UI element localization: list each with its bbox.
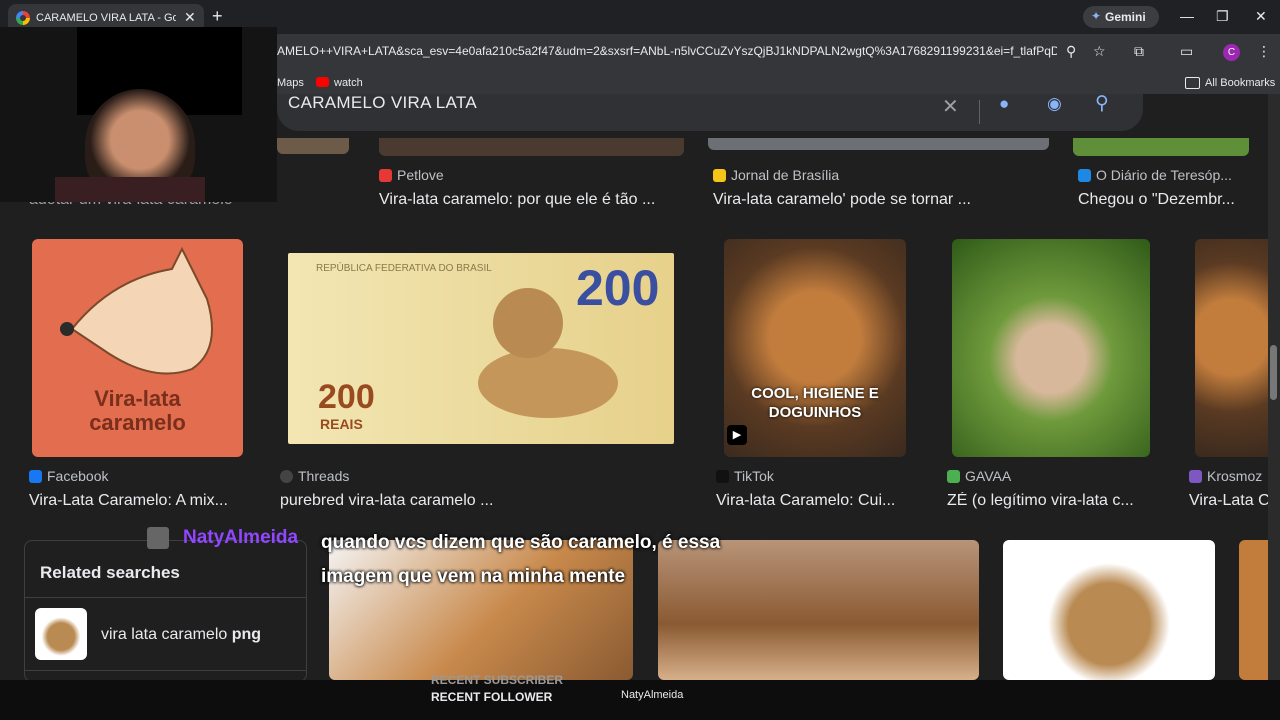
result-caption[interactable]: Vira-lata caramelo: por que ele é tão ..… bbox=[379, 191, 679, 209]
image-thumb-tiktok[interactable]: COOL, HIGIENE E DOGUINHOS ▶ bbox=[724, 239, 906, 457]
chat-badge-icon bbox=[147, 527, 169, 549]
related-thumb bbox=[35, 608, 87, 660]
streamer-shirt bbox=[55, 177, 205, 202]
image-thumb-partial[interactable] bbox=[1073, 138, 1249, 156]
divider bbox=[25, 670, 306, 671]
tiktok-icon bbox=[716, 470, 729, 483]
image-thumb[interactable] bbox=[1003, 540, 1215, 680]
image-text: REPÚBLICA FEDERATIVA DO BRASIL bbox=[316, 263, 492, 274]
diario-icon bbox=[1078, 169, 1091, 182]
chat-message: quando vcs dizem que são caramelo, é ess… bbox=[321, 532, 721, 587]
image-text: caramelo bbox=[89, 410, 186, 435]
result-caption[interactable]: Vira-Lata Caramelo: A mix... bbox=[29, 492, 249, 510]
address-bar[interactable]: AMELO++VIRA+LATA&sca_esv=4e0afa210c5a2f4… bbox=[277, 44, 1057, 62]
result-source[interactable]: Threads bbox=[280, 468, 349, 484]
cast-icon[interactable]: ▭ bbox=[1180, 43, 1193, 60]
zoom-icon[interactable]: ⚲ bbox=[1066, 43, 1076, 60]
image-thumb-facebook[interactable]: Vira-lata caramelo bbox=[32, 239, 243, 457]
gemini-icon: ✦ bbox=[1091, 9, 1102, 23]
related-search-text: vira lata caramelo png bbox=[101, 626, 262, 643]
result-caption[interactable]: Vira-lata Caramelo: Cui... bbox=[716, 492, 916, 510]
image-thumb-partial[interactable] bbox=[277, 138, 349, 154]
search-query[interactable]: CARAMELO VIRA LATA bbox=[288, 93, 477, 113]
menu-icon[interactable]: ⋮ bbox=[1257, 43, 1271, 60]
related-search-item[interactable]: vira lata caramelo png bbox=[25, 598, 306, 670]
recent-follower-label: RECENT FOLLOWER bbox=[431, 690, 553, 704]
image-thumb-partial[interactable] bbox=[379, 138, 684, 156]
search-box[interactable]: CARAMELO VIRA LATA ✕ ● ◉ ⚲ bbox=[277, 92, 1143, 131]
close-window-icon[interactable]: ✕ bbox=[1255, 8, 1267, 25]
image-text: COOL, HIGIENE E bbox=[751, 385, 879, 402]
new-tab-button[interactable]: + bbox=[212, 6, 223, 27]
result-caption[interactable]: ZÉ (o legítimo vira-lata c... bbox=[947, 492, 1157, 510]
scrollbar-thumb[interactable] bbox=[1270, 345, 1277, 400]
search-icon[interactable]: ⚲ bbox=[1095, 92, 1109, 115]
image-thumb-partial[interactable] bbox=[708, 138, 1049, 150]
related-searches-title: Related searches bbox=[40, 563, 180, 582]
voice-search-icon[interactable]: ● bbox=[999, 94, 1009, 114]
close-tab-icon[interactable]: ✕ bbox=[184, 9, 196, 26]
bookmark-watch[interactable]: watch bbox=[334, 77, 363, 89]
dog-photo-icon bbox=[478, 288, 618, 418]
gavaa-icon bbox=[947, 470, 960, 483]
image-text: REAIS bbox=[320, 416, 363, 432]
youtube-icon bbox=[316, 77, 329, 87]
minimize-icon[interactable]: — bbox=[1180, 8, 1194, 24]
gemini-label: Gemini bbox=[1105, 10, 1146, 24]
result-source[interactable]: O Diário de Teresóp... bbox=[1078, 167, 1232, 183]
result-source[interactable]: TikTok bbox=[716, 468, 774, 484]
extensions-icon[interactable]: ⧉ bbox=[1134, 43, 1144, 60]
image-thumb-threads[interactable]: REPÚBLICA FEDERATIVA DO BRASIL 200 200 R… bbox=[288, 253, 674, 444]
bookmark-maps[interactable]: Maps bbox=[277, 77, 304, 89]
google-icon bbox=[16, 11, 30, 25]
jornal-icon bbox=[713, 169, 726, 182]
result-caption[interactable]: purebred vira-lata caramelo ... bbox=[280, 492, 540, 510]
clear-icon[interactable]: ✕ bbox=[942, 94, 959, 119]
image-text: 200 bbox=[318, 378, 375, 416]
image-text: Vira-lata bbox=[94, 386, 181, 411]
result-caption[interactable]: Chegou o "Dezembr... bbox=[1078, 191, 1248, 209]
tab-title: CARAMELO VIRA LATA - Google bbox=[36, 12, 176, 24]
result-caption[interactable]: Vira-Lata C bbox=[1189, 492, 1268, 510]
all-bookmarks[interactable]: All Bookmarks bbox=[1205, 77, 1275, 89]
webcam-overlay bbox=[0, 27, 277, 202]
result-caption[interactable]: Vira-lata caramelo' pode se tornar ... bbox=[713, 191, 1013, 209]
gemini-button[interactable]: ✦ Gemini bbox=[1083, 6, 1159, 28]
result-source[interactable]: Jornal de Brasília bbox=[713, 167, 839, 183]
threads-icon bbox=[280, 470, 293, 483]
image-thumb[interactable] bbox=[1239, 540, 1268, 680]
related-searches-panel: Related searches vira lata caramelo png bbox=[24, 540, 307, 682]
folder-icon bbox=[1185, 77, 1200, 89]
divider bbox=[979, 100, 980, 124]
petlove-icon bbox=[379, 169, 392, 182]
result-source[interactable]: Petlove bbox=[379, 167, 444, 183]
image-thumb-gavaa[interactable] bbox=[952, 239, 1150, 457]
stream-overlay-bar: RECENT SUBSCRIBER RECENT FOLLOWER NatyAl… bbox=[0, 673, 1280, 720]
result-source[interactable]: GAVAA bbox=[947, 468, 1011, 484]
restore-icon[interactable]: ❐ bbox=[1216, 8, 1229, 25]
krosmoz-icon bbox=[1189, 470, 1202, 483]
recent-follower-name: NatyAlmeida bbox=[621, 689, 684, 701]
facebook-icon bbox=[29, 470, 42, 483]
chat-username: NatyAlmeida bbox=[183, 527, 299, 548]
result-source[interactable]: Facebook bbox=[29, 468, 108, 484]
image-text: DOGUINHOS bbox=[768, 404, 862, 421]
play-icon[interactable]: ▶ bbox=[727, 425, 747, 445]
bookmark-star-icon[interactable]: ☆ bbox=[1093, 43, 1106, 60]
lens-icon[interactable]: ◉ bbox=[1047, 94, 1062, 114]
result-source[interactable]: Krosmoz bbox=[1189, 468, 1262, 484]
recent-subscriber-label: RECENT SUBSCRIBER bbox=[431, 673, 564, 687]
profile-avatar[interactable]: C bbox=[1223, 44, 1240, 61]
image-thumb-krosmoz[interactable] bbox=[1195, 239, 1268, 457]
